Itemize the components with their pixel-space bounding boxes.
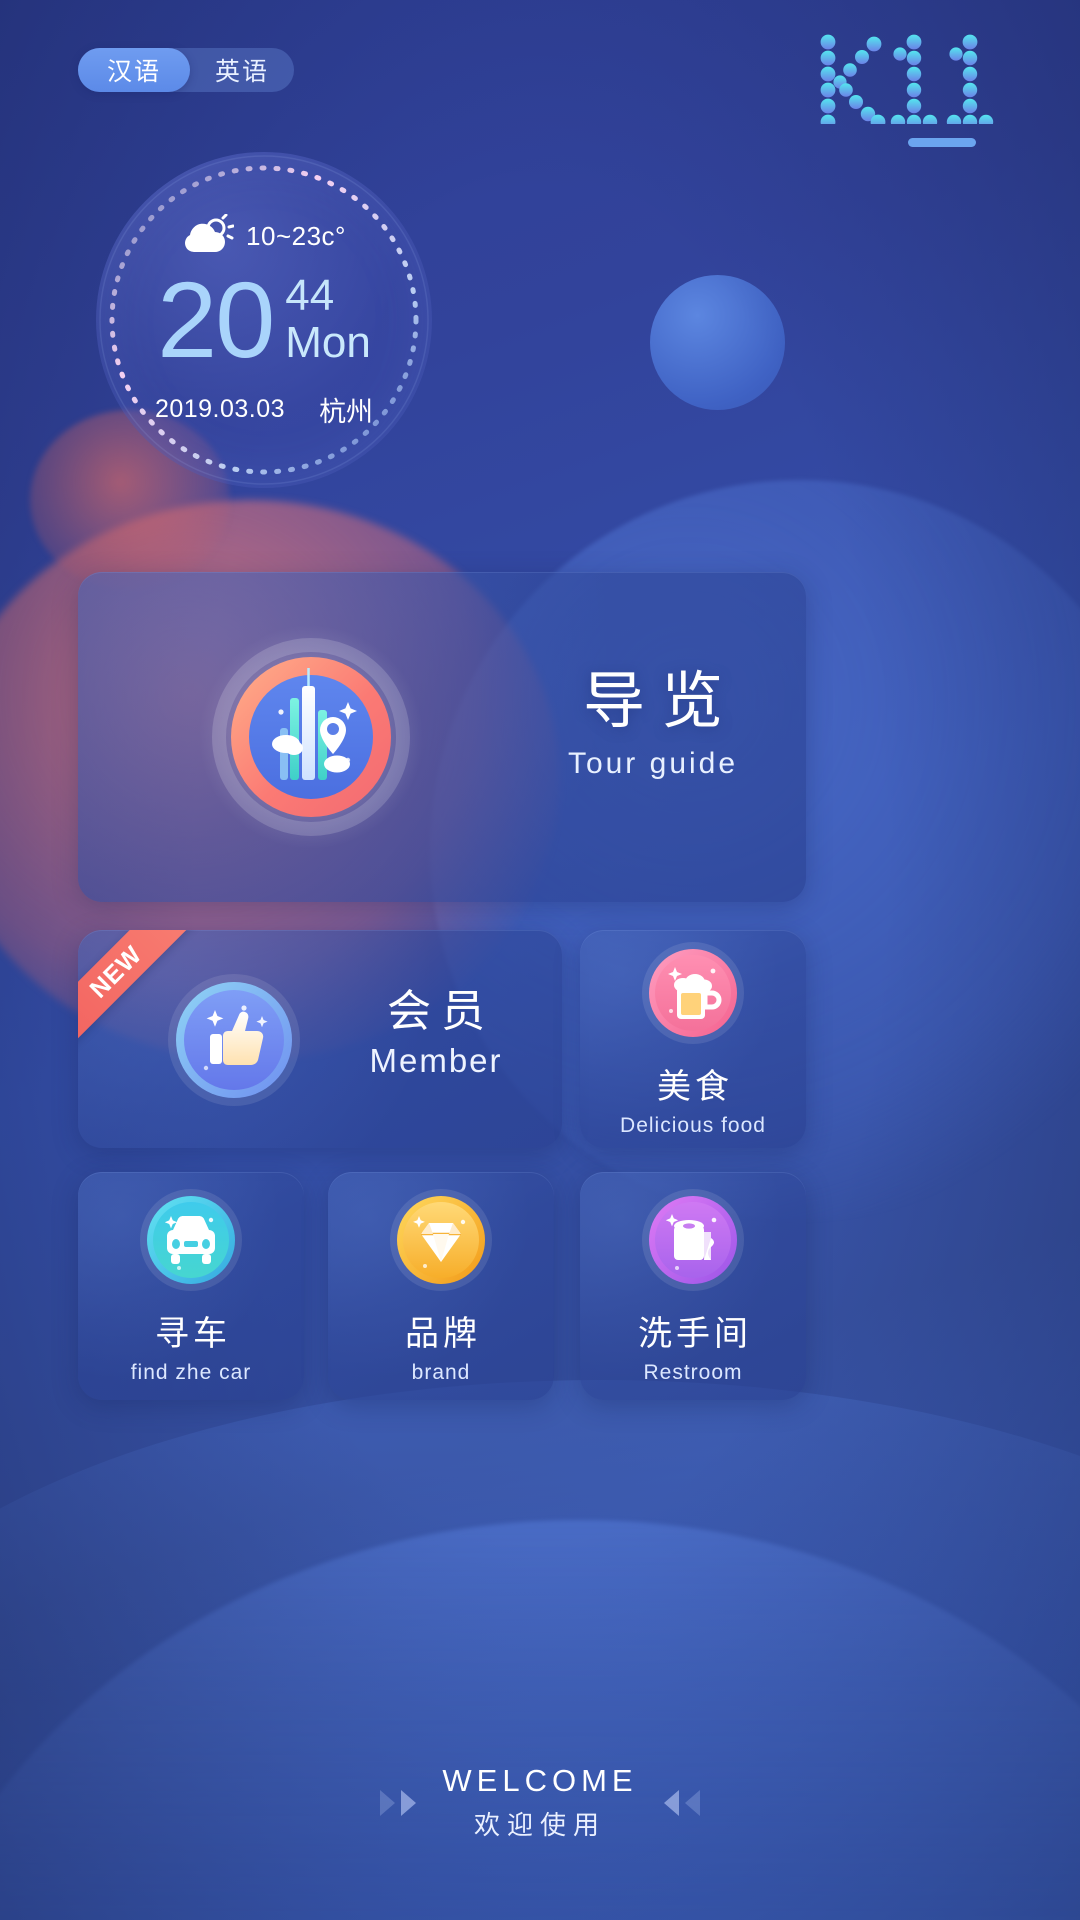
diamond-icon xyxy=(390,1188,492,1291)
footer-welcome-cn: 欢迎使用 xyxy=(473,1811,606,1841)
member-text: 会员 Member xyxy=(336,986,536,1080)
card-member[interactable]: NEW 会员 Member xyxy=(78,930,562,1148)
date-label: 2019.03.03 xyxy=(154,395,286,423)
food-title-en: Delicious food xyxy=(620,1113,766,1137)
tour-guide-icon-badge xyxy=(198,624,424,855)
car-title-cn: 寻车 xyxy=(155,1313,231,1354)
brand-title-en: brand xyxy=(411,1360,471,1384)
clock-hour: 20 xyxy=(157,259,275,380)
card-tour-guide[interactable]: 导览 Tour guide xyxy=(78,572,806,902)
triangle-arrow-icon xyxy=(380,1789,396,1816)
tour-guide-text: 导览 Tour guide xyxy=(508,668,798,781)
time-row: 20 44 Mon xyxy=(96,259,432,380)
tour-guide-title-cn: 导览 xyxy=(582,664,739,737)
member-icon-badge xyxy=(166,972,302,1113)
member-title-cn: 会员 xyxy=(387,986,495,1037)
language-option-chinese[interactable]: 汉语 xyxy=(78,52,190,88)
tour-guide-title-en: Tour guide xyxy=(567,747,739,781)
clock-weekday: Mon xyxy=(285,318,371,367)
city-skyline-map-pin-icon xyxy=(199,625,423,849)
clock-weather-widget: 10~23c° 20 44 Mon 2019.03.03 杭州 xyxy=(96,152,432,488)
card-restroom[interactable]: 洗手间 Restroom xyxy=(580,1172,806,1400)
brand-title-cn: 品牌 xyxy=(405,1313,481,1354)
language-toggle[interactable]: 汉语 英语 xyxy=(78,48,294,92)
car-icon xyxy=(140,1188,242,1291)
footer-arrows-left xyxy=(380,1789,417,1816)
city-label: 杭州 xyxy=(319,397,374,428)
sun-behind-cloud-icon xyxy=(185,214,235,253)
triangle-arrow-icon xyxy=(684,1789,700,1816)
toilet-paper-icon xyxy=(642,1188,744,1291)
card-find-car[interactable]: 寻车 find zhe car xyxy=(78,1172,304,1400)
restroom-title-en: Restroom xyxy=(643,1360,743,1384)
triangle-arrow-icon xyxy=(401,1789,417,1816)
member-title-en: Member xyxy=(369,1042,503,1080)
card-brand[interactable]: 品牌 brand xyxy=(328,1172,554,1400)
temperature-label: 10~23c° xyxy=(246,220,346,251)
thumbs-up-icon xyxy=(168,974,300,1106)
k11-logo xyxy=(812,32,1012,147)
beer-mug-icon xyxy=(642,941,744,1044)
logo-underline-bar xyxy=(908,138,976,147)
footer-arrows-right xyxy=(663,1789,700,1816)
date-row: 2019.03.03 杭州 xyxy=(96,390,432,429)
language-option-english[interactable]: 英语 xyxy=(190,52,294,88)
clock-minute: 44 xyxy=(285,271,335,320)
footer-welcome: WELCOME 欢迎使用 xyxy=(0,1763,1080,1842)
footer-welcome-en: WELCOME xyxy=(442,1763,638,1798)
k11-dotted-logo-icon xyxy=(820,34,994,124)
card-food[interactable]: 美食 Delicious food xyxy=(580,930,806,1148)
food-title-cn: 美食 xyxy=(657,1066,733,1107)
weather-row: 10~23c° xyxy=(96,214,432,258)
restroom-title-cn: 洗手间 xyxy=(638,1313,752,1354)
car-title-en: find zhe car xyxy=(130,1360,252,1384)
triangle-arrow-icon xyxy=(663,1789,679,1816)
new-ribbon-label: NEW xyxy=(84,940,148,1004)
